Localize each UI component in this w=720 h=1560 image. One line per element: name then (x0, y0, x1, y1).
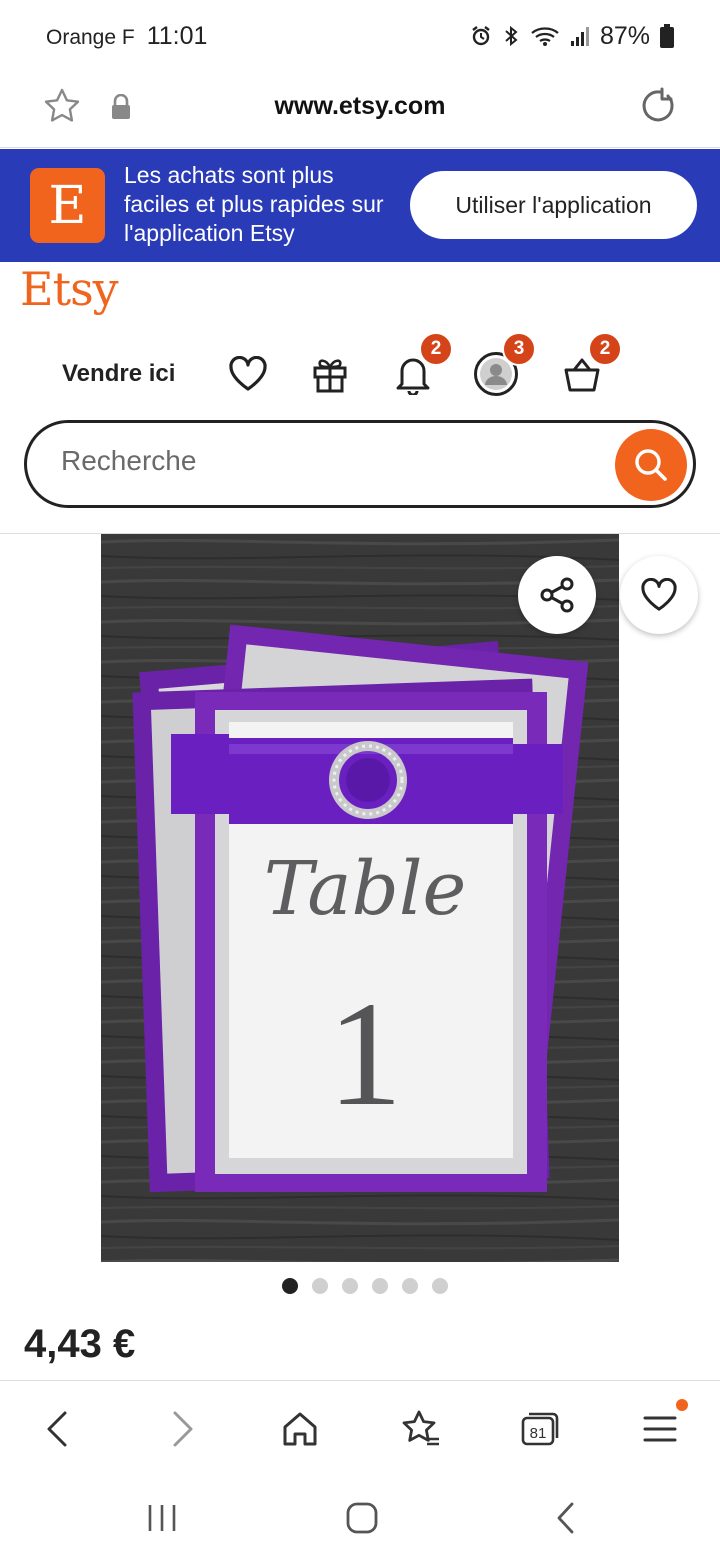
carousel-dot[interactable] (282, 1278, 298, 1294)
banner-message: Les achats sont plus faciles et plus rap… (124, 162, 384, 246)
share-icon (540, 577, 574, 613)
use-app-button[interactable]: Utiliser l'application (410, 171, 697, 239)
gift-icon[interactable] (306, 350, 354, 398)
image-carousel-dots (0, 1278, 720, 1294)
battery-icon (660, 24, 674, 48)
status-bar: Orange F 11:01 87% (0, 0, 720, 72)
carrier-name: Orange F (46, 25, 135, 49)
url-text[interactable]: www.etsy.com (0, 92, 720, 121)
home-button-icon[interactable] (342, 1498, 382, 1538)
wifi-icon (530, 25, 560, 47)
account-badge: 3 (502, 332, 536, 366)
app-install-banner: E Les achats sont plus faciles et plus r… (0, 149, 720, 262)
notifications-badge: 2 (419, 332, 453, 366)
tab-count: 81 (530, 1425, 547, 1442)
recent-apps-icon[interactable] (142, 1498, 182, 1538)
search-icon (635, 449, 667, 481)
carousel-dot[interactable] (312, 1278, 328, 1294)
battery-level: 87% (599, 21, 650, 50)
forward-arrow-icon[interactable] (158, 1405, 206, 1453)
search-input[interactable] (61, 445, 581, 477)
sell-link[interactable]: Vendre ici (62, 360, 175, 388)
signal-icon (570, 25, 590, 47)
search-bar (24, 420, 696, 508)
heart-icon (641, 578, 677, 611)
etsy-app-logo: E (30, 168, 105, 243)
share-button[interactable] (518, 556, 596, 634)
back-arrow-icon[interactable] (34, 1405, 82, 1453)
carousel-dot[interactable] (402, 1278, 418, 1294)
alarm-icon (470, 25, 492, 47)
home-icon[interactable] (276, 1405, 324, 1453)
bluetooth-icon (502, 25, 520, 47)
menu-hamburger-icon[interactable] (636, 1399, 688, 1453)
carousel-dot[interactable] (372, 1278, 388, 1294)
image-text-number: 1 (328, 971, 403, 1137)
favorite-button[interactable] (620, 556, 698, 634)
carousel-dot[interactable] (432, 1278, 448, 1294)
system-navigation-bar (0, 1476, 720, 1560)
product-image[interactable]: Table 1 (101, 534, 619, 1262)
reload-icon[interactable] (638, 86, 678, 131)
browser-toolbar: 81 (0, 1380, 720, 1476)
favorites-heart-icon[interactable] (224, 350, 272, 398)
product-price: 4,43 € (24, 1322, 136, 1366)
header-nav: Vendre ici 2 3 2 (0, 330, 720, 418)
tabs-icon[interactable]: 81 (516, 1405, 564, 1453)
search-button[interactable] (615, 429, 687, 501)
address-bar: www.etsy.com (0, 72, 720, 148)
image-text-title: Table (264, 846, 467, 932)
menu-notification-dot (676, 1399, 688, 1411)
bookmarks-star-icon[interactable] (396, 1405, 444, 1453)
etsy-logo[interactable]: Etsy (20, 262, 119, 316)
cart-badge: 2 (588, 332, 622, 366)
clock: 11:01 (146, 21, 208, 50)
carousel-dot[interactable] (342, 1278, 358, 1294)
system-back-icon[interactable] (546, 1498, 586, 1538)
